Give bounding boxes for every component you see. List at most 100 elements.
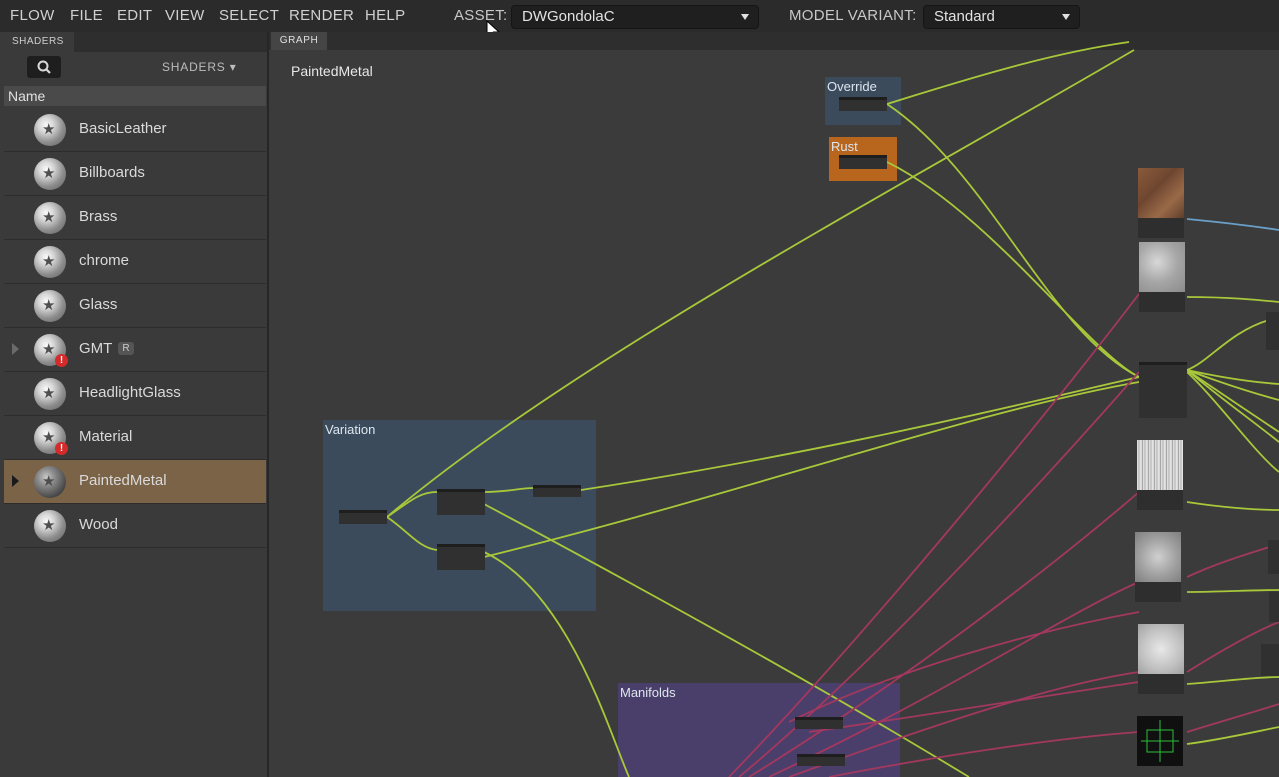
texture-thumbnail: [1138, 168, 1184, 218]
shader-list-item[interactable]: ★ Brass: [4, 196, 266, 240]
wire: [768, 581, 1140, 777]
wire: [828, 731, 1140, 777]
wire: [483, 487, 535, 493]
menu-help[interactable]: HELP: [365, 7, 405, 24]
shader-list-item[interactable]: ★ PaintedMetal: [4, 460, 266, 504]
texture-node-footer: [1138, 218, 1184, 238]
wire: [1186, 543, 1279, 578]
star-icon: ★: [42, 165, 56, 182]
shader-list-item[interactable]: ★! Material: [4, 416, 266, 460]
menu-view[interactable]: VIEW: [165, 7, 205, 24]
graph-node[interactable]: [1269, 592, 1279, 622]
shader-name: Brass: [79, 208, 118, 225]
menu-render[interactable]: RENDER: [289, 7, 354, 24]
menu-edit[interactable]: EDIT: [117, 7, 152, 24]
shader-list-item[interactable]: ★ HeadlightGlass: [4, 372, 266, 416]
node-header: [839, 155, 887, 158]
graph-node[interactable]: [437, 544, 485, 570]
shader-name: PaintedMetal: [79, 472, 167, 489]
texture-node-noise-b[interactable]: [1135, 532, 1181, 602]
chevron-down-icon: [741, 14, 749, 20]
texture-node-footer: [1139, 292, 1185, 312]
wire: [1186, 726, 1279, 745]
graph-node[interactable]: [1261, 644, 1279, 676]
graph-panel[interactable]: GRAPH PaintedMetal Variation Manifolds O…: [269, 32, 1279, 777]
wire: [1186, 676, 1279, 685]
texture-thumbnail: [1139, 242, 1185, 292]
asset-dropdown[interactable]: DWGondolaC: [511, 5, 759, 29]
shaders-filter-dropdown[interactable]: SHADERS ▾: [162, 60, 237, 74]
wire: [580, 376, 1140, 491]
shader-list-item[interactable]: ★! GMT R: [4, 328, 266, 372]
node-header: [795, 717, 843, 720]
shaders-toolbar: SHADERS ▾: [0, 52, 267, 84]
expand-arrow-icon[interactable]: [12, 475, 19, 487]
graph-node[interactable]: [839, 97, 887, 111]
star-icon: ★: [42, 429, 56, 446]
texture-node-noise-c[interactable]: [1138, 624, 1184, 694]
texture-node-noise-a[interactable]: [1139, 242, 1185, 312]
shader-list-item[interactable]: ★ Billboards: [4, 152, 266, 196]
shader-list-item[interactable]: ★ Glass: [4, 284, 266, 328]
graph-node[interactable]: [1268, 540, 1279, 574]
graph-node[interactable]: [795, 717, 843, 729]
texture-node-footer: [1137, 490, 1183, 510]
search-button[interactable]: [27, 56, 61, 78]
menu-select[interactable]: SELECT: [219, 7, 279, 24]
material-ball-icon: ★: [34, 510, 66, 542]
shader-list-item[interactable]: ★ BasicLeather: [4, 108, 266, 152]
reference-badge: R: [118, 342, 134, 355]
wire: [1186, 218, 1279, 231]
node-header: [533, 485, 581, 488]
star-icon: ★: [42, 209, 56, 226]
graph-node[interactable]: [437, 489, 485, 515]
chevron-down-icon: [1062, 14, 1070, 20]
texture-node-footer: [1138, 674, 1184, 694]
shaders-panel: SHADERS SHADERS ▾ Name ★ BasicLeather ★ Bil…: [0, 32, 269, 777]
menu-flow[interactable]: FLOW: [10, 7, 55, 24]
shader-name: HeadlightGlass: [79, 384, 181, 401]
star-icon: ★: [42, 253, 56, 270]
shader-list-item[interactable]: ★ Wood: [4, 504, 266, 548]
panel-tab-strip: SHADERS: [0, 32, 267, 52]
texture-node-rust[interactable]: [1138, 168, 1184, 238]
wire: [386, 516, 438, 551]
wire: [886, 161, 1140, 378]
star-icon: ★: [42, 341, 56, 358]
wire: [1186, 501, 1279, 511]
star-icon: ★: [42, 517, 56, 534]
model-variant-dropdown[interactable]: Standard: [923, 5, 1080, 29]
menu-file[interactable]: FILE: [70, 7, 103, 24]
shader-name: Billboards: [79, 164, 145, 181]
texture-thumbnail: [1137, 716, 1183, 766]
graph-node[interactable]: [797, 754, 845, 766]
graph-node[interactable]: [1139, 362, 1187, 418]
pink-wires: [728, 293, 1279, 777]
star-icon: ★: [42, 121, 56, 138]
name-column-header[interactable]: Name: [4, 86, 266, 106]
material-ball-icon: ★: [34, 202, 66, 234]
shader-name: BasicLeather: [79, 120, 167, 137]
star-icon: ★: [42, 385, 56, 402]
graph-node[interactable]: [533, 485, 581, 497]
wire: [483, 381, 1140, 558]
expand-arrow-icon[interactable]: [12, 343, 19, 355]
tab-shaders-label: SHADERS: [12, 36, 64, 47]
star-icon: ★: [42, 297, 56, 314]
material-ball-icon: ★!: [34, 334, 68, 367]
wire: [808, 681, 1140, 733]
wire: [788, 611, 1140, 723]
shader-name: Wood: [79, 516, 118, 533]
texture-thumbnail: [1138, 624, 1184, 674]
wire: [1186, 369, 1279, 443]
texture-node-scratches[interactable]: [1137, 440, 1183, 510]
shader-list-item[interactable]: ★ chrome: [4, 240, 266, 284]
graph-node[interactable]: [1266, 312, 1279, 350]
texture-node-uv-grid[interactable]: [1137, 716, 1183, 766]
material-ball-icon: ★: [34, 158, 66, 190]
tab-shaders[interactable]: SHADERS: [0, 32, 74, 52]
wire: [1186, 319, 1270, 371]
texture-node-footer: [1135, 582, 1181, 602]
graph-node[interactable]: [339, 510, 387, 524]
graph-node[interactable]: [839, 155, 887, 169]
